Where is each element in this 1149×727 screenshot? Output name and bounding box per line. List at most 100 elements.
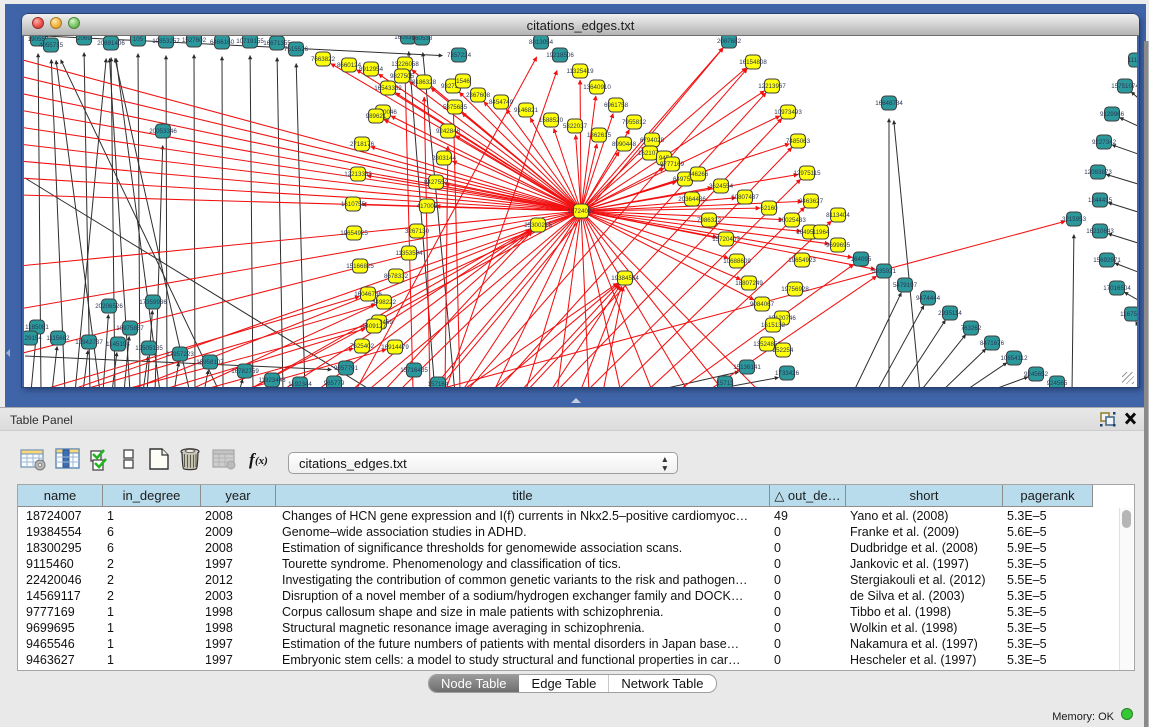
svg-text:105: 105 [133, 36, 144, 43]
svg-text:1362615: 1362615 [587, 132, 612, 139]
svg-text:9084067: 9084067 [750, 301, 775, 308]
svg-text:16210643: 16210643 [1086, 228, 1114, 235]
svg-text:7986322: 7986322 [697, 217, 722, 224]
svg-text:15692971: 15692971 [1093, 257, 1121, 264]
svg-text:16648784: 16648784 [875, 100, 903, 107]
svg-text:2718176: 2718176 [350, 141, 375, 148]
svg-text:7663822: 7663822 [311, 56, 336, 63]
svg-text:10975867: 10975867 [116, 325, 144, 332]
svg-text:1409127: 1409127 [362, 323, 387, 330]
svg-text:9827505: 9827505 [390, 73, 415, 80]
svg-text:1185081: 1185081 [25, 324, 49, 331]
svg-text:1733426: 1733426 [775, 370, 800, 377]
svg-text:924565: 924565 [1047, 380, 1068, 387]
svg-text:9474444: 9474444 [916, 295, 941, 302]
svg-text:6466160: 6466160 [210, 39, 235, 46]
svg-text:8454749: 8454749 [489, 99, 514, 106]
svg-text:10958107: 10958107 [196, 359, 224, 366]
svg-text:10853257: 10853257 [152, 38, 180, 45]
svg-text:15713: 15713 [716, 380, 734, 387]
svg-text:6961758: 6961758 [604, 102, 629, 109]
svg-text:15166825: 15166825 [346, 263, 374, 270]
svg-text:16154808: 16154808 [739, 59, 767, 66]
svg-text:11120: 11120 [1128, 57, 1137, 64]
svg-text:5875685: 5875685 [443, 104, 468, 111]
svg-text:1546: 1546 [456, 78, 470, 85]
svg-text:1145194: 1145194 [106, 341, 130, 348]
svg-text:2087682: 2087682 [717, 38, 742, 45]
svg-text:3215953: 3215953 [1062, 216, 1087, 223]
svg-text:746266: 746266 [688, 171, 709, 178]
svg-text:7625402: 7625402 [350, 343, 375, 350]
svg-text:13640910: 13640910 [583, 84, 611, 91]
svg-text:1588520: 1588520 [539, 117, 564, 124]
svg-text:12093873: 12093873 [1084, 169, 1112, 176]
svg-text:8427552: 8427552 [424, 179, 449, 186]
svg-text:10807487: 10807487 [731, 194, 759, 201]
svg-text:16782759: 16782759 [231, 368, 259, 375]
svg-text:9129966: 9129966 [1100, 111, 1125, 118]
svg-text:8813054: 8813054 [529, 39, 554, 46]
svg-text:8113404: 8113404 [826, 212, 850, 219]
svg-text:7515526: 7515526 [284, 46, 309, 53]
svg-text:15720407: 15720407 [712, 236, 740, 243]
svg-text:7955812: 7955812 [622, 119, 647, 126]
svg-text:19654925: 19654925 [340, 230, 368, 237]
svg-text:1610755: 1610755 [341, 201, 366, 208]
svg-text:(x): (x) [255, 455, 268, 467]
svg-text:10973493: 10973493 [774, 109, 802, 116]
svg-text:1129154: 1129154 [24, 335, 42, 342]
svg-text:8186328: 8186328 [412, 79, 437, 86]
svg-text:9777169: 9777169 [660, 161, 685, 168]
svg-text:1167533: 1167533 [1120, 311, 1137, 318]
svg-text:11325419: 11325419 [566, 68, 594, 75]
svg-text:15751074: 15751074 [1111, 83, 1137, 90]
svg-text:2367608: 2367608 [466, 92, 491, 99]
svg-text:19756928: 19756928 [781, 286, 809, 293]
svg-text:19654923: 19654923 [788, 257, 816, 264]
svg-text:10025433: 10025433 [778, 217, 806, 224]
svg-text:20206526: 20206526 [95, 303, 123, 310]
svg-text:2069: 2069 [77, 36, 91, 42]
svg-text:17359936: 17359936 [139, 299, 167, 306]
svg-text:1527602: 1527602 [182, 37, 207, 44]
svg-text:160538: 160538 [412, 36, 433, 42]
svg-text:3267130: 3267130 [405, 228, 430, 235]
svg-text:12975115: 12975115 [793, 170, 821, 177]
svg-text:2803144: 2803144 [432, 155, 457, 162]
svg-text:19384554: 19384554 [611, 275, 639, 282]
svg-text:164095: 164095 [851, 256, 872, 263]
svg-text:12942737: 12942737 [75, 339, 103, 346]
svg-text:1115682: 1115682 [46, 335, 70, 342]
svg-text:9242848: 9242848 [436, 128, 461, 135]
svg-text:5322037: 5322037 [563, 123, 588, 130]
svg-text:2935114: 2935114 [938, 310, 962, 317]
svg-text:8990448: 8990448 [612, 141, 637, 148]
svg-text:417006: 417006 [417, 203, 438, 210]
svg-text:8471676: 8471676 [980, 340, 1005, 347]
svg-text:9227342: 9227342 [1092, 139, 1117, 146]
svg-text:7485063: 7485063 [786, 138, 811, 145]
svg-text:17016504: 17016504 [1103, 285, 1131, 292]
svg-text:9463627: 9463627 [799, 198, 824, 205]
svg-text:8660124: 8660124 [337, 62, 362, 69]
svg-text:13226058: 13226058 [391, 61, 419, 68]
svg-text:157164: 157164 [428, 381, 449, 387]
svg-text:5479197: 5479197 [893, 282, 918, 289]
svg-text:1192344: 1192344 [288, 381, 312, 387]
svg-text:20364436: 20364436 [678, 196, 706, 203]
svg-text:10719155: 10719155 [236, 38, 264, 45]
svg-text:9245652: 9245652 [1024, 371, 1049, 378]
svg-text:9699695: 9699695 [826, 242, 851, 249]
svg-text:965779: 965779 [324, 380, 345, 387]
svg-text:18807249: 18807249 [735, 280, 763, 287]
svg-text:8912954: 8912954 [359, 66, 384, 73]
svg-text:10654112: 10654112 [1000, 355, 1028, 362]
svg-text:62160: 62160 [760, 205, 778, 212]
svg-text:19218506: 19218506 [546, 52, 574, 59]
svg-text:11923448: 11923448 [258, 377, 286, 384]
svg-text:15716485: 15716485 [400, 367, 428, 374]
svg-text:3624554: 3624554 [709, 183, 734, 190]
svg-text:20691406: 20691406 [97, 40, 125, 47]
svg-text:25300215: 25300215 [524, 222, 552, 229]
